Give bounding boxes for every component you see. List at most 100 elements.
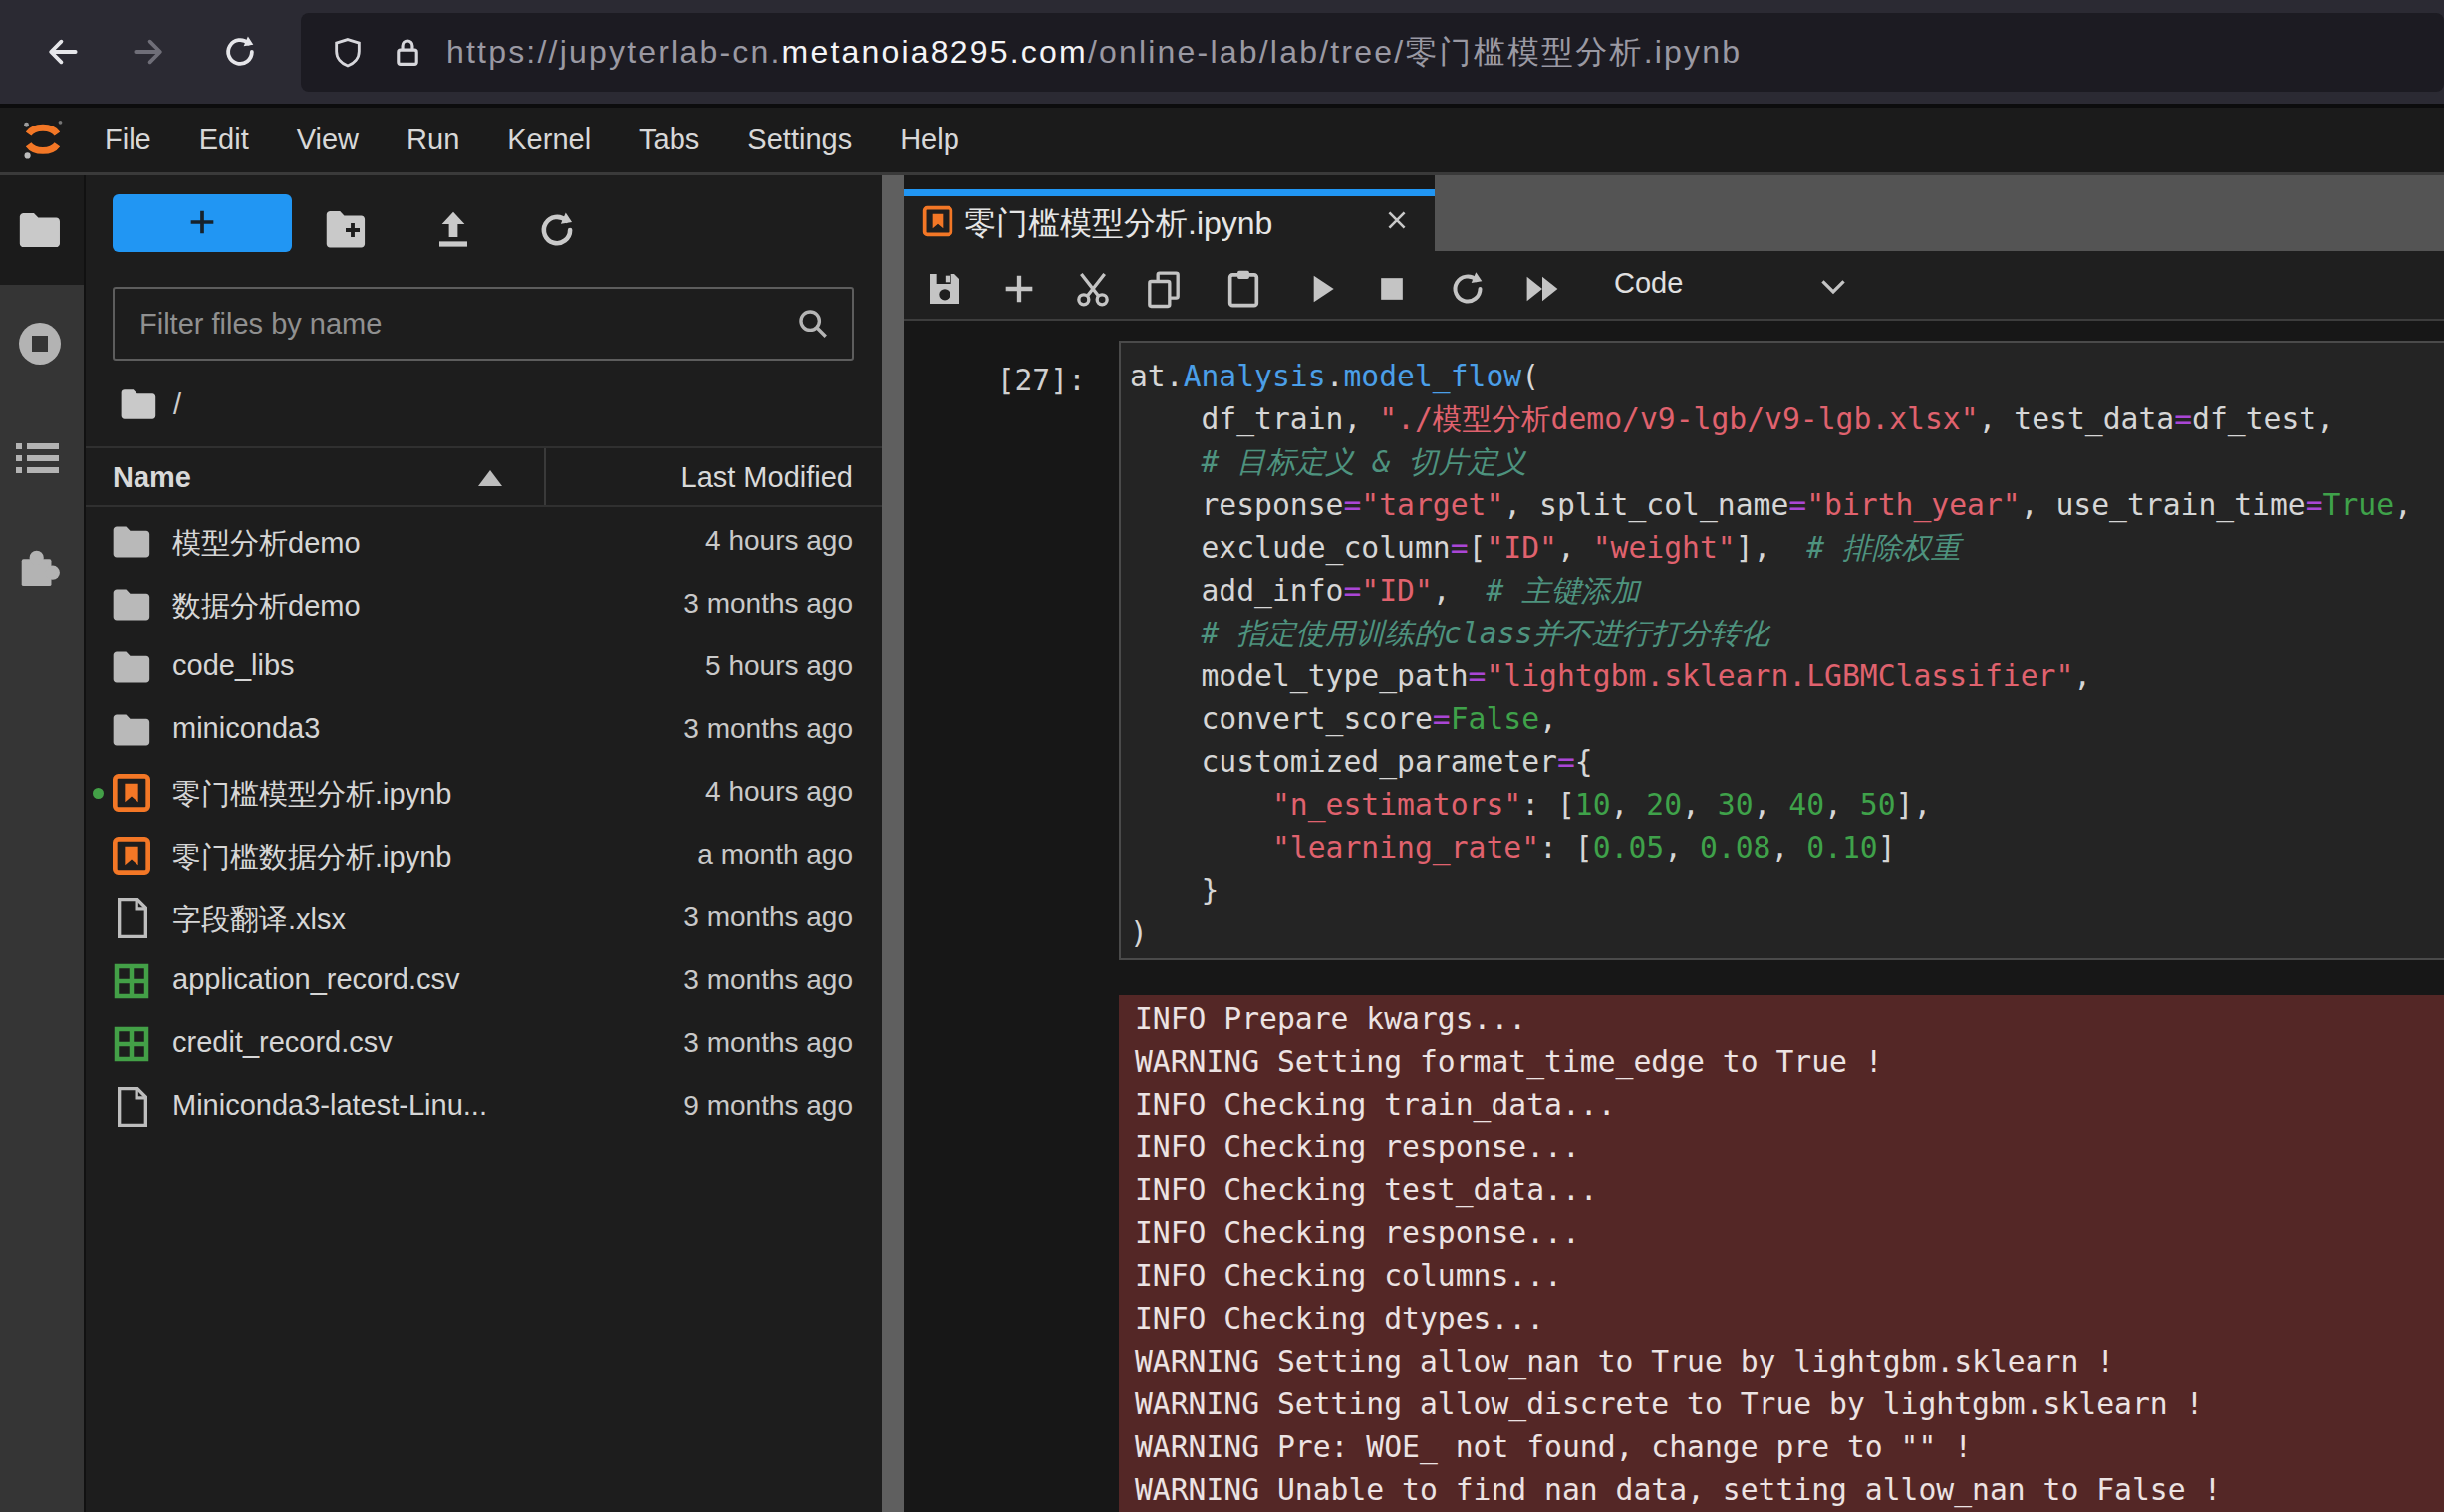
filter-input[interactable]: Filter files by name (113, 287, 854, 361)
menu-file[interactable]: File (105, 124, 151, 156)
file-name: Miniconda3-latest-Linu... (172, 1089, 487, 1122)
browser-toolbar: https://jupyterlab-cn.metanoia8295.com/o… (0, 0, 2444, 108)
restart-run-all-icon[interactable] (1522, 269, 1562, 309)
add-cell-icon[interactable] (999, 269, 1039, 309)
file-name: credit_record.csv (172, 1026, 393, 1059)
file-modified: 4 hours ago (705, 776, 853, 808)
folder-icon (112, 526, 151, 558)
file-row[interactable]: 字段翻译.xlsx 3 months ago (86, 887, 882, 950)
activity-bar (0, 175, 86, 1512)
file-listing-header: Name Last Modified (86, 446, 882, 507)
cell-output: INFO Prepare kwargs... WARNING Setting f… (1119, 995, 2444, 1512)
lock-icon[interactable] (391, 36, 424, 70)
file-modified: 3 months ago (683, 964, 853, 996)
file-name: miniconda3 (172, 712, 320, 745)
stop-icon[interactable] (1372, 269, 1412, 309)
run-icon[interactable] (1302, 269, 1342, 309)
code-cell[interactable]: at.Analysis.model_flow( df_train, "./模型分… (1119, 341, 2444, 960)
table-of-contents-icon (16, 442, 60, 474)
chevron-down-icon (1820, 277, 1846, 297)
column-divider (544, 448, 546, 505)
running-kernels-icon (16, 320, 64, 368)
reload-icon[interactable] (221, 33, 259, 71)
notebook-icon (112, 773, 151, 813)
main-area: Filter files by name / Name Last Modifie… (0, 175, 2444, 1512)
menu-help[interactable]: Help (900, 124, 959, 156)
paste-icon[interactable] (1223, 269, 1263, 309)
tab-title: 零门槛模型分析.ipynb (964, 202, 1272, 246)
menu-settings[interactable]: Settings (747, 124, 852, 156)
csv-icon (114, 963, 149, 999)
file-row[interactable]: 模型分析demo 4 hours ago (86, 511, 882, 574)
url-text: https://jupyterlab-cn.metanoia8295.com/o… (446, 31, 1742, 75)
dock-panel: 零门槛模型分析.ipynb Code [27]: at.Analysis (904, 175, 2444, 1512)
sort-ascending-icon (478, 470, 502, 486)
file-modified: 3 months ago (683, 1027, 853, 1059)
column-header-modified[interactable]: Last Modified (681, 461, 854, 494)
shield-icon[interactable] (331, 36, 365, 70)
back-icon[interactable] (44, 33, 82, 71)
folder-icon (112, 651, 151, 683)
upload-icon[interactable] (432, 209, 474, 251)
file-icon (116, 1087, 149, 1127)
file-name: 零门槛数据分析.ipynb (172, 838, 451, 878)
refresh-icon[interactable] (536, 209, 578, 251)
filter-placeholder: Filter files by name (139, 308, 796, 341)
file-row[interactable]: Miniconda3-latest-Linu...9 months ago (86, 1076, 882, 1138)
file-modified: 3 months ago (683, 588, 853, 620)
cell-type-dropdown[interactable]: Code (1614, 267, 1683, 300)
folder-icon (120, 389, 157, 419)
forward-icon[interactable] (130, 33, 167, 71)
sidebar-tab-file-browser[interactable] (0, 175, 84, 285)
panel-splitter[interactable] (882, 175, 904, 1512)
notebook-toolbar: Code (904, 251, 2444, 321)
file-row[interactable]: 零门槛模型分析.ipynb 4 hours ago (86, 762, 882, 825)
column-header-name[interactable]: Name (113, 461, 191, 494)
folder-icon (112, 589, 151, 621)
file-modified: 4 hours ago (705, 525, 853, 557)
file-name: code_libs (172, 649, 295, 682)
file-name: 模型分析demo (172, 524, 361, 564)
file-name: 字段翻译.xlsx (172, 900, 346, 940)
file-row[interactable]: application_record.csv 3 months ago (86, 950, 882, 1013)
file-modified: 5 hours ago (705, 650, 853, 682)
menu-tabs[interactable]: Tabs (639, 124, 699, 156)
plus-icon (185, 205, 219, 239)
new-launcher-button[interactable] (113, 194, 292, 252)
menu-view[interactable]: View (297, 124, 359, 156)
close-icon[interactable] (1384, 207, 1410, 233)
menu-kernel[interactable]: Kernel (507, 124, 591, 156)
file-row[interactable]: code_libs 5 hours ago (86, 636, 882, 699)
execution-count: [27]: (904, 359, 1086, 401)
copy-icon[interactable] (1144, 269, 1184, 309)
file-icon (116, 898, 149, 938)
menu-run[interactable]: Run (407, 124, 459, 156)
file-name: 零门槛模型分析.ipynb (172, 775, 451, 815)
menu-bar: File Edit View Run Kernel Tabs Settings Help (0, 108, 2444, 175)
address-bar[interactable]: https://jupyterlab-cn.metanoia8295.com/o… (301, 13, 2444, 92)
menu-edit[interactable]: Edit (199, 124, 249, 156)
breadcrumb[interactable]: / (120, 390, 181, 418)
breadcrumb-root[interactable]: / (173, 388, 181, 421)
file-row[interactable]: 数据分析demo 3 months ago (86, 574, 882, 636)
file-name: 数据分析demo (172, 587, 361, 627)
file-name: application_record.csv (172, 963, 460, 996)
file-modified: a month ago (697, 839, 853, 871)
notebook-icon (922, 205, 953, 237)
file-browser-panel: Filter files by name / Name Last Modifie… (86, 175, 882, 1512)
notebook-icon (112, 836, 151, 876)
jupyter-logo (19, 115, 67, 164)
file-modified: 3 months ago (683, 901, 853, 933)
file-row[interactable]: miniconda3 3 months ago (86, 699, 882, 762)
file-row[interactable]: 零门槛数据分析.ipynb a month ago (86, 825, 882, 887)
new-folder-icon[interactable] (325, 209, 367, 251)
folder-icon (18, 212, 62, 248)
file-modified: 3 months ago (683, 713, 853, 745)
cut-icon[interactable] (1073, 269, 1113, 309)
tab-bar: 零门槛模型分析.ipynb (904, 175, 2444, 251)
file-row[interactable]: credit_record.csv 3 months ago (86, 1013, 882, 1076)
save-icon[interactable] (925, 269, 964, 309)
restart-kernel-icon[interactable] (1448, 269, 1488, 309)
tab-notebook[interactable]: 零门槛模型分析.ipynb (904, 189, 1435, 251)
folder-icon (112, 714, 151, 746)
